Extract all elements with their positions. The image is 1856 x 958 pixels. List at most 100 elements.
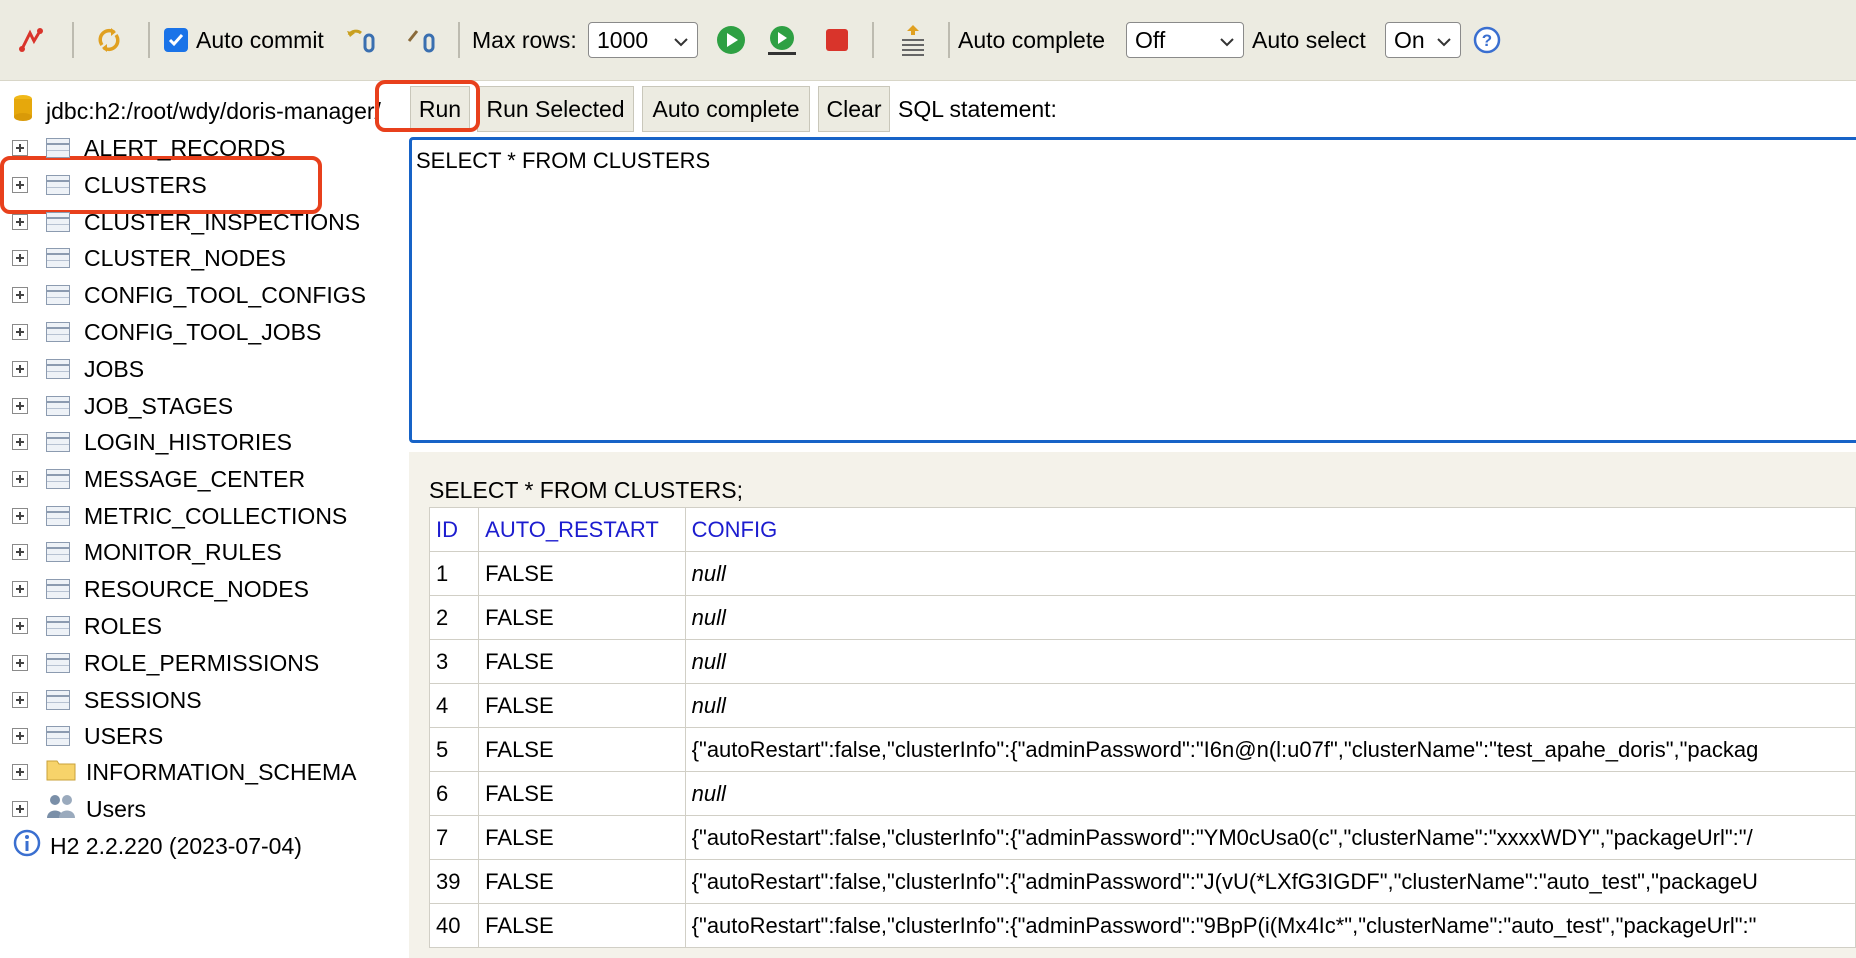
tree-item-table[interactable]: RESOURCE_NODES bbox=[12, 571, 309, 607]
table-cell: 4 bbox=[428, 683, 480, 728]
expand-icon[interactable] bbox=[12, 471, 28, 487]
tree-item-table[interactable]: CLUSTER_NODES bbox=[12, 240, 286, 276]
clear-button[interactable]: Clear bbox=[818, 86, 890, 132]
refresh-icon bbox=[92, 23, 126, 57]
expand-icon[interactable] bbox=[12, 177, 28, 193]
expand-icon[interactable] bbox=[12, 618, 28, 634]
play-selected-icon bbox=[765, 23, 799, 57]
max-rows-value: 1000 bbox=[597, 26, 649, 53]
max-rows-label: Max rows: bbox=[472, 26, 577, 53]
tree-item-table[interactable]: CLUSTER_INSPECTIONS bbox=[12, 204, 360, 240]
rollback-button[interactable] bbox=[344, 0, 378, 80]
table-cell: {"autoRestart":false,"clusterInfo":{"adm… bbox=[684, 859, 1856, 904]
table-icon bbox=[46, 285, 70, 305]
commit-button[interactable] bbox=[404, 0, 438, 80]
table-icon bbox=[46, 616, 70, 636]
tree-item-table[interactable]: JOB_STAGES bbox=[12, 388, 233, 424]
table-cell: 2 bbox=[428, 595, 480, 640]
table-row: 40 FALSE {"autoRestart":false,"clusterInfo… bbox=[428, 903, 1856, 948]
tree-item-label: USERS bbox=[84, 722, 164, 749]
auto-complete-button[interactable]: Auto complete bbox=[642, 86, 810, 132]
expand-icon[interactable] bbox=[12, 544, 28, 560]
expand-icon[interactable] bbox=[12, 655, 28, 671]
result-query: SELECT * FROM CLUSTERS; bbox=[429, 477, 743, 503]
expand-icon[interactable] bbox=[12, 434, 28, 450]
tree-item-table[interactable]: MONITOR_RULES bbox=[12, 534, 282, 570]
table-icon bbox=[46, 359, 70, 379]
table-cell: 1 bbox=[428, 551, 480, 596]
disconnect-button[interactable] bbox=[14, 0, 48, 80]
auto-commit-checkbox[interactable] bbox=[164, 28, 188, 52]
stop-button[interactable] bbox=[820, 0, 854, 80]
commit-icon bbox=[404, 23, 438, 57]
tree-item-table[interactable]: ROLES bbox=[12, 608, 162, 644]
tree-item-table[interactable]: USERS bbox=[12, 718, 163, 754]
auto-complete-select-wrap: Off bbox=[1126, 0, 1244, 80]
sql-text: SELECT * FROM CLUSTERS bbox=[416, 148, 711, 173]
auto-select-label: Auto select bbox=[1252, 26, 1366, 53]
table-cell: 39 bbox=[428, 859, 480, 904]
tree-item-table[interactable]: CONFIG_TOOL_CONFIGS bbox=[12, 277, 366, 313]
tree-item-table[interactable]: ROLE_PERMISSIONS bbox=[12, 645, 319, 681]
auto-commit-toggle[interactable]: Auto commit bbox=[164, 0, 324, 80]
tree-item-table[interactable]: MESSAGE_CENTER bbox=[12, 461, 305, 497]
execute-button[interactable] bbox=[714, 0, 748, 80]
history-button[interactable] bbox=[896, 0, 930, 80]
highlight-run-button bbox=[375, 80, 480, 132]
table-body: 1 FALSE null 2 FALSE null 3 FALSE null 4 FALSE null… bbox=[428, 551, 1856, 948]
tree-item-label: ROLES bbox=[84, 612, 162, 639]
expand-icon[interactable] bbox=[12, 728, 28, 744]
expand-icon[interactable] bbox=[12, 361, 28, 377]
table-row: 7 FALSE {"autoRestart":false,"clusterInfo"… bbox=[428, 815, 1856, 860]
max-rows-group: Max rows: bbox=[472, 0, 577, 80]
tree-item-table[interactable]: JOBS bbox=[12, 351, 144, 387]
tree-item-table[interactable]: METRIC_COLLECTIONS bbox=[12, 498, 347, 534]
tree-item-users[interactable]: Users bbox=[12, 791, 146, 827]
table-cell: null bbox=[684, 551, 1856, 596]
expand-icon[interactable] bbox=[12, 250, 28, 266]
result-table: ID AUTO_RESTART CONFIG 1 FALSE null 2 FALSE nul… bbox=[428, 507, 1856, 948]
table-icon bbox=[46, 175, 70, 195]
sql-statement-label: SQL statement: bbox=[898, 95, 1057, 122]
column-header[interactable]: ID bbox=[428, 507, 480, 552]
tree-item-table[interactable]: ALERT_RECORDS bbox=[12, 130, 286, 166]
tree-item-label: INFORMATION_SCHEMA bbox=[86, 758, 357, 785]
expand-icon[interactable] bbox=[12, 801, 28, 817]
auto-select-select[interactable]: On bbox=[1385, 22, 1461, 58]
tree-item-table[interactable]: CLUSTERS bbox=[12, 167, 207, 203]
tree-item-table[interactable]: SESSIONS bbox=[12, 682, 202, 718]
tree-item-information-schema[interactable]: INFORMATION_SCHEMA bbox=[12, 754, 356, 790]
refresh-button[interactable] bbox=[92, 0, 126, 80]
execute-selected-button[interactable] bbox=[765, 0, 799, 80]
expand-icon[interactable] bbox=[12, 581, 28, 597]
auto-complete-group: Auto complete bbox=[958, 0, 1105, 80]
table-cell: FALSE bbox=[478, 771, 686, 816]
tree-item-label: RESOURCE_NODES bbox=[84, 575, 309, 602]
expand-icon[interactable] bbox=[12, 140, 28, 156]
table-icon bbox=[46, 212, 70, 232]
table-cell: FALSE bbox=[478, 903, 686, 948]
help-button[interactable]: ? bbox=[1470, 0, 1504, 80]
tree-item-label: JOB_STAGES bbox=[84, 392, 234, 419]
table-icon bbox=[46, 432, 70, 452]
column-header[interactable]: CONFIG bbox=[684, 507, 1856, 552]
disconnect-icon bbox=[14, 23, 48, 57]
auto-complete-select[interactable]: Off bbox=[1126, 22, 1244, 58]
expand-icon[interactable] bbox=[12, 324, 28, 340]
sql-editor[interactable]: SELECT * FROM CLUSTERS bbox=[409, 137, 1856, 443]
auto-select-value: On bbox=[1394, 26, 1425, 53]
expand-icon[interactable] bbox=[12, 398, 28, 414]
expand-icon[interactable] bbox=[12, 508, 28, 524]
tree-item-table[interactable]: CONFIG_TOOL_JOBS bbox=[12, 314, 321, 350]
expand-icon[interactable] bbox=[12, 214, 28, 230]
tree-item-table[interactable]: LOGIN_HISTORIES bbox=[12, 424, 292, 460]
expand-icon[interactable] bbox=[12, 692, 28, 708]
toolbar: Auto commit Max rows: 1000 Auto complete… bbox=[0, 0, 1856, 81]
expand-icon[interactable] bbox=[12, 287, 28, 303]
expand-icon[interactable] bbox=[12, 764, 28, 780]
max-rows-select[interactable]: 1000 bbox=[588, 22, 698, 58]
run-selected-button[interactable]: Run Selected bbox=[477, 86, 634, 132]
table-cell: FALSE bbox=[478, 727, 686, 772]
tree-item-label: CONFIG_TOOL_JOBS bbox=[84, 318, 322, 345]
column-header[interactable]: AUTO_RESTART bbox=[478, 507, 686, 552]
